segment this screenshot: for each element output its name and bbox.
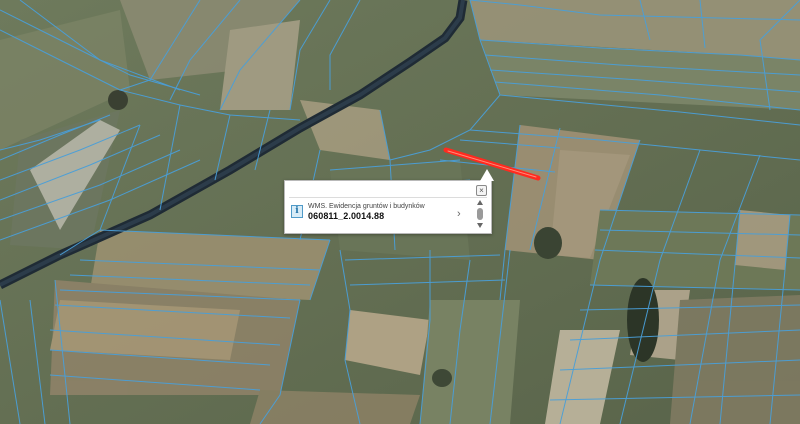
scroll-thumb[interactable] <box>477 208 483 220</box>
map-view[interactable]: × i WMS. Ewidencja gruntów i budynków 06… <box>0 0 800 424</box>
popup-scrollbar[interactable] <box>476 199 486 231</box>
chevron-right-icon[interactable]: › <box>457 208 461 220</box>
scroll-up-icon[interactable] <box>477 200 483 205</box>
info-icon: i <box>291 205 303 218</box>
close-icon[interactable]: × <box>476 185 487 196</box>
feature-info-popup: × i WMS. Ewidencja gruntów i budynków 06… <box>284 169 494 234</box>
popup-pointer <box>480 169 494 181</box>
parcel-id: 060811_2.0014.88 <box>308 211 385 221</box>
popup-divider <box>289 197 487 198</box>
layer-name: WMS. Ewidencja gruntów i budynków <box>308 203 425 210</box>
scroll-down-icon[interactable] <box>477 223 483 228</box>
